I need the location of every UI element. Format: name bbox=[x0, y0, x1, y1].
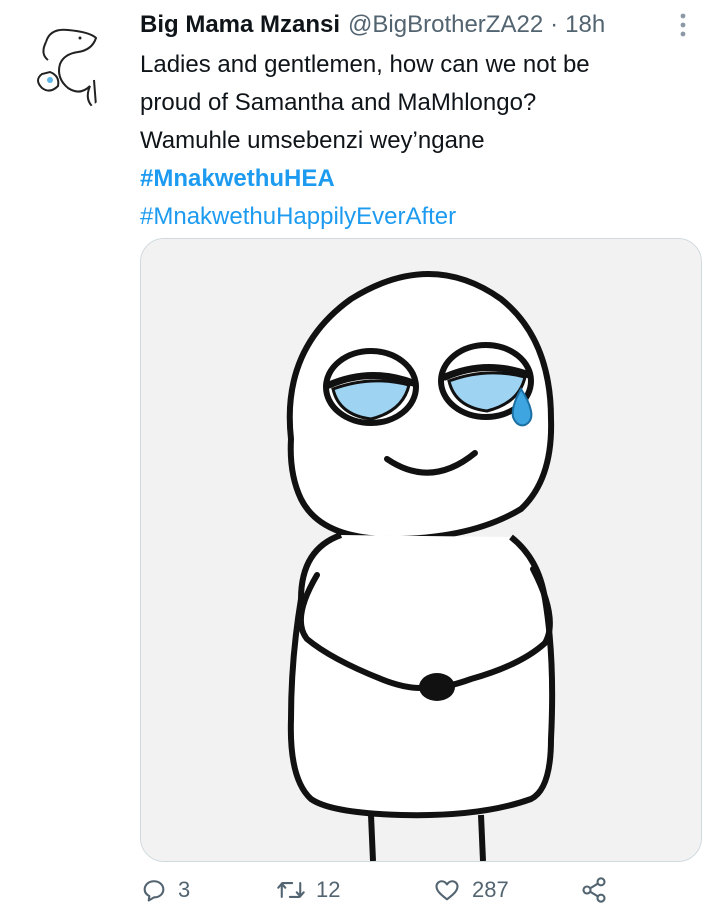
retweet-icon bbox=[277, 882, 305, 898]
separator: · bbox=[550, 11, 559, 38]
hashtag-link[interactable]: #MnakwethuHEA bbox=[140, 160, 700, 198]
display-name[interactable]: Big Mama Mzansi bbox=[140, 11, 340, 39]
tweet-content: Big Mama Mzansi @BigBrotherZA22 · 18h La… bbox=[140, 4, 700, 236]
avatar[interactable] bbox=[20, 16, 116, 112]
tweet-text-line: proud of Samantha and MaMhlongo? bbox=[140, 89, 537, 116]
like-button[interactable]: 287 bbox=[432, 872, 509, 908]
hashtag-link[interactable]: #MnakwethuHappilyEverAfter bbox=[140, 198, 700, 236]
share-icon bbox=[582, 877, 606, 903]
more-vertical-icon[interactable] bbox=[676, 10, 690, 40]
like-count: 287 bbox=[472, 877, 509, 902]
share-button[interactable] bbox=[580, 872, 608, 908]
tweet-text-line: Wamuhle umsebenzi wey’ngane bbox=[140, 127, 485, 154]
tweet-header: Big Mama Mzansi @BigBrotherZA22 · 18h bbox=[140, 4, 700, 46]
tweet-media-image[interactable] bbox=[140, 238, 702, 862]
tweet[interactable]: Big Mama Mzansi @BigBrotherZA22 · 18h La… bbox=[0, 0, 720, 908]
tweet-actions: 3 12 287 bbox=[140, 872, 700, 908]
crying-smile-meme-drawing bbox=[141, 239, 701, 861]
reply-count: 3 bbox=[178, 877, 191, 902]
timestamp[interactable]: 18h bbox=[565, 11, 605, 39]
heart-icon bbox=[435, 880, 459, 901]
tweet-text-line: Ladies and gentlemen, how can we not be bbox=[140, 51, 590, 78]
retweet-button[interactable]: 12 bbox=[276, 872, 340, 908]
retweet-count: 12 bbox=[316, 877, 341, 902]
reply-button[interactable]: 3 bbox=[140, 872, 190, 908]
avatar-cat-sketch-icon bbox=[37, 28, 98, 109]
user-handle[interactable]: @BigBrotherZA22 bbox=[348, 11, 543, 39]
reply-icon bbox=[143, 880, 165, 902]
